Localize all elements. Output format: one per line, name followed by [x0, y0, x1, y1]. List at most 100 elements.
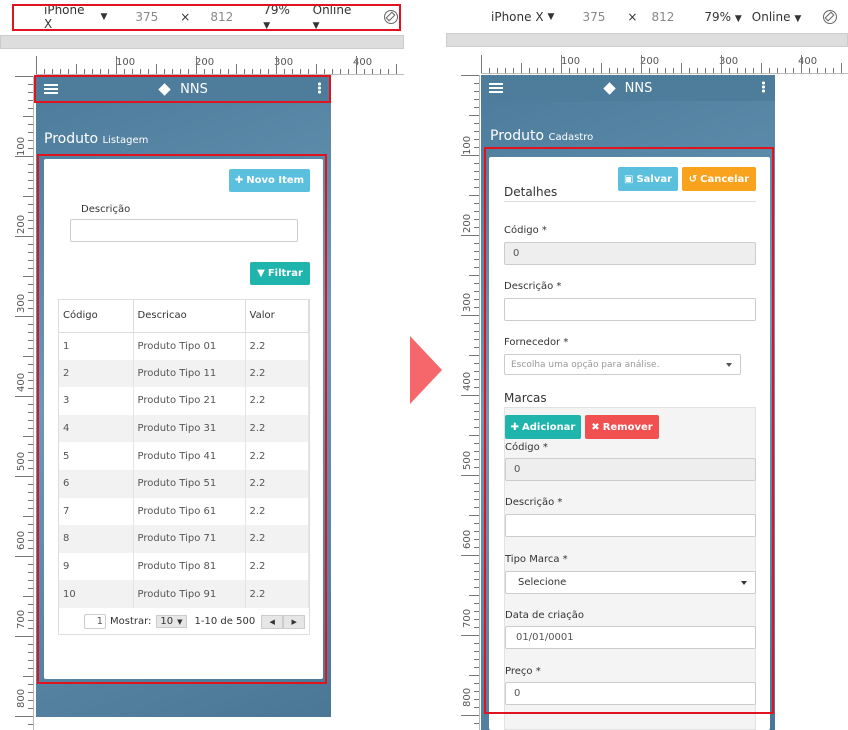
ruler-tick: [28, 580, 33, 581]
ruler-label: 700: [462, 608, 473, 628]
ruler-tick: [617, 68, 618, 73]
width-input[interactable]: 375: [135, 10, 158, 24]
codigo-input[interactable]: 0: [504, 242, 756, 265]
zoom-select[interactable]: 79% ▼: [704, 10, 741, 24]
menu-icon[interactable]: [489, 83, 503, 93]
ruler-tick: [15, 76, 33, 77]
fornecedor-select[interactable]: Escolha uma opção para análise.: [504, 354, 741, 375]
more-vertical-icon[interactable]: [318, 82, 321, 94]
descricao-input[interactable]: [504, 298, 756, 321]
ruler-tick: [474, 211, 479, 212]
ruler-tick: [474, 459, 479, 460]
col-header-codigo[interactable]: Código: [59, 300, 134, 333]
ruler-tick: [28, 540, 33, 541]
table-row[interactable]: 5 Produto Tipo 41 2.2: [59, 442, 309, 470]
ruler-tick: [553, 68, 554, 73]
more-vertical-icon[interactable]: [762, 81, 765, 93]
table-row[interactable]: 2 Produto Tipo 11 2.2: [59, 359, 309, 388]
ruler-tick: [474, 267, 479, 268]
device-select[interactable]: iPhone X ▼: [44, 3, 107, 31]
section-details-title: Detalhes: [504, 185, 558, 199]
width-input[interactable]: 375: [582, 10, 605, 24]
ruler-tick: [529, 68, 530, 73]
marca-codigo-label: Código *: [505, 442, 548, 453]
ruler-tick: [474, 427, 479, 428]
height-input[interactable]: 812: [210, 10, 233, 24]
page-size-select[interactable]: 10 ▼: [156, 615, 187, 628]
remove-marca-button[interactable]: ✖ Remover: [585, 415, 659, 439]
filter-button[interactable]: ▼ Filtrar: [250, 262, 310, 285]
table-row[interactable]: 4 Produto Tipo 31 2.2: [59, 414, 309, 443]
ruler-tick: [23, 276, 33, 277]
brand-title: NNS: [624, 80, 653, 96]
tipo-marca-select[interactable]: Selecione: [505, 571, 756, 594]
table-row[interactable]: 8 Produto Tipo 71 2.2: [59, 525, 309, 553]
rotate-icon[interactable]: [823, 10, 838, 24]
ruler-tick: [28, 684, 33, 685]
col-header-valor[interactable]: Valor: [245, 300, 309, 333]
ruler-tick: [140, 69, 141, 74]
table-row[interactable]: 1 Produto Tipo 01 2.2: [59, 332, 309, 360]
ruler-tick: [474, 411, 479, 412]
cell-codigo: 1: [59, 332, 134, 360]
data-criacao-input[interactable]: 01/01/0001: [505, 626, 756, 649]
table-row[interactable]: 6 Produto Tipo 51 2.2: [59, 469, 309, 498]
ruler-tick: [633, 68, 634, 73]
network-select[interactable]: Online ▼: [313, 3, 362, 31]
ruler-tick: [15, 716, 33, 717]
caret-down-icon: ▼: [794, 14, 802, 24]
preco-input[interactable]: 0: [505, 682, 756, 705]
ruler-tick: [132, 69, 133, 74]
marca-codigo-input[interactable]: 0: [505, 458, 756, 481]
ruler-tick: [469, 195, 479, 196]
rotate-icon[interactable]: [384, 10, 398, 24]
next-page-button[interactable]: ▶: [283, 614, 306, 629]
ruler-tick: [545, 68, 546, 73]
ruler-tick: [28, 524, 33, 525]
prev-page-button[interactable]: ◀: [261, 614, 284, 629]
descricao-input[interactable]: [70, 219, 298, 242]
cell-codigo: 4: [59, 414, 134, 443]
ruler-tick: [28, 164, 33, 165]
page-input[interactable]: 1: [84, 614, 106, 629]
remove-label: Remover: [602, 421, 653, 433]
table-row[interactable]: 10 Produto Tipo 91 2.2: [59, 580, 309, 608]
ruler-tick: [28, 708, 33, 709]
section-marcas-title: Marcas: [504, 391, 547, 405]
device-select[interactable]: iPhone X ▼: [491, 10, 554, 24]
left-device-toolbar: iPhone X ▼ 375 × 812 79% ▼ Online ▼: [14, 3, 398, 31]
table-row[interactable]: 9 Produto Tipo 81 2.2: [59, 552, 309, 581]
ruler-tick: [28, 660, 33, 661]
menu-icon[interactable]: [44, 84, 58, 94]
table-row[interactable]: 3 Produto Tipo 21 2.2: [59, 387, 309, 415]
filter-label: Filtrar: [267, 268, 303, 279]
ruler-tick: [332, 69, 333, 74]
ruler-tick: [28, 348, 33, 349]
cell-descricao: Produto Tipo 51: [133, 469, 246, 498]
ruler-tick: [469, 435, 479, 436]
ruler-tick: [60, 69, 61, 74]
ruler-tick: [474, 187, 479, 188]
ruler-tick: [474, 443, 479, 444]
page-title: Produto Listagem: [44, 131, 148, 147]
ruler-tick: [474, 723, 479, 724]
add-marca-button[interactable]: ✚ Adicionar: [505, 415, 581, 439]
table-row[interactable]: 7 Produto Tipo 61 2.2: [59, 497, 309, 526]
col-header-descricao[interactable]: Descricao: [133, 300, 246, 333]
network-select[interactable]: Online ▼: [752, 10, 801, 24]
ruler-tick: [148, 69, 149, 74]
save-button[interactable]: ▣ Salvar: [618, 167, 678, 191]
app-navbar: NNS: [36, 76, 331, 102]
ruler-tick: [23, 676, 33, 677]
height-input[interactable]: 812: [651, 10, 674, 24]
ruler-tick: [28, 228, 33, 229]
ruler-tick: [801, 55, 802, 73]
ruler-tick: [474, 99, 479, 100]
cancel-button[interactable]: ↺ Cancelar: [682, 167, 756, 191]
zoom-select[interactable]: 79% ▼: [263, 3, 300, 31]
new-item-button[interactable]: ✚ Novo Item: [229, 169, 310, 192]
ruler-tick: [474, 419, 479, 420]
ruler-tick: [28, 444, 33, 445]
marca-descricao-input[interactable]: [505, 514, 756, 537]
table-header-row: Código Descricao Valor: [59, 300, 309, 333]
